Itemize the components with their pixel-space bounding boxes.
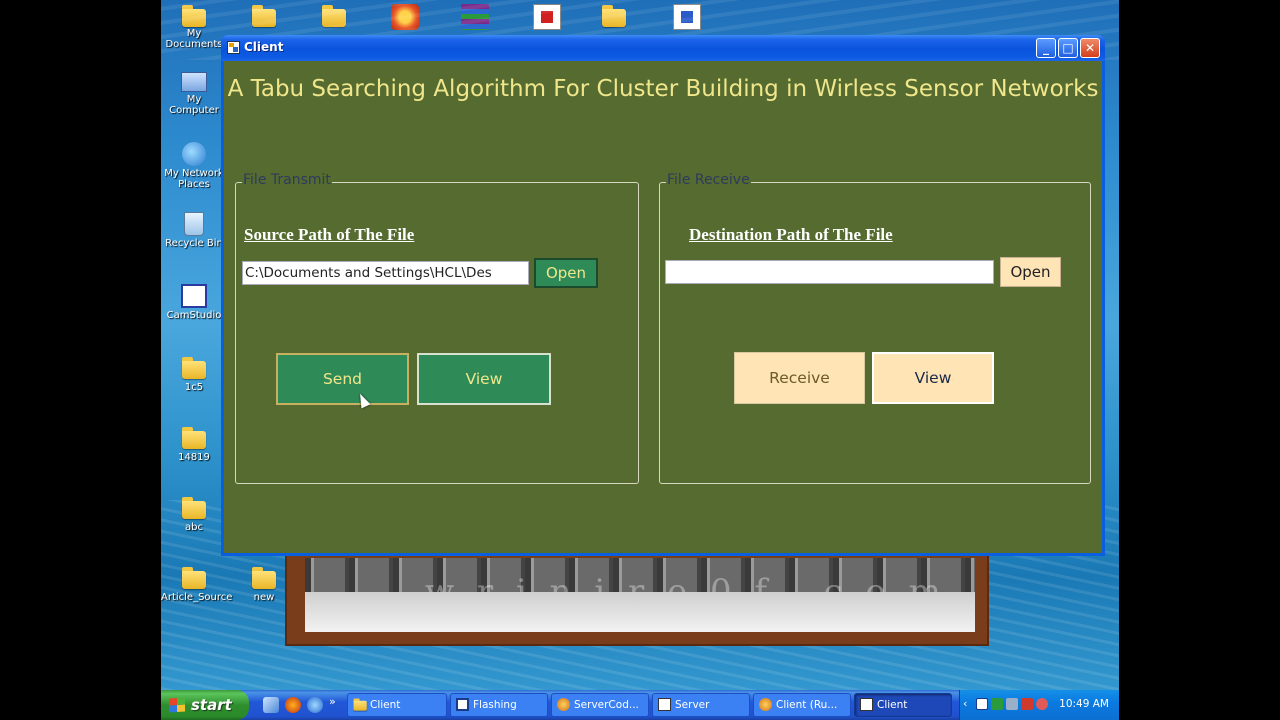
task-label: Client xyxy=(877,699,908,711)
task-label: Client xyxy=(370,699,401,711)
folder-icon xyxy=(353,698,367,711)
word-document-icon[interactable] xyxy=(673,4,701,30)
window-app-icon xyxy=(227,41,240,54)
security-tray-icon[interactable] xyxy=(1021,698,1033,710)
desktop-icon-label: Recycle Bin xyxy=(165,238,223,249)
task-label: Flashing xyxy=(473,699,517,711)
desktop-icon-label: abc xyxy=(185,522,203,533)
shortcut-app-icon[interactable] xyxy=(391,4,419,30)
desktop-icon-label: CamStudio xyxy=(166,310,222,321)
destination-path-input[interactable] xyxy=(665,260,994,284)
window-titlebar[interactable]: Client _ □ ✕ xyxy=(221,35,1105,61)
folder-icon[interactable] xyxy=(321,4,349,30)
task-button-servercode[interactable]: ServerCod... xyxy=(551,693,649,717)
my-computer-icon xyxy=(181,72,207,92)
internet-explorer-icon[interactable] xyxy=(307,697,323,713)
desktop-icon-label: 14819 xyxy=(178,452,210,463)
source-path-label: Source Path of The File xyxy=(244,225,415,244)
file-receive-group: File Receive Destination Path of The Fil… xyxy=(659,172,1091,484)
task-button-client[interactable]: Client xyxy=(347,693,447,717)
desktop-icon-label: My Network Places xyxy=(164,168,224,190)
form-client-area: A Tabu Searching Algorithm For Cluster B… xyxy=(224,61,1102,553)
file-transmit-legend: File Transmit xyxy=(242,172,332,188)
pdf-document-icon[interactable] xyxy=(533,4,561,30)
receive-button[interactable]: Receive xyxy=(734,352,865,404)
file-transmit-group: File Transmit Source Path of The File C:… xyxy=(235,172,639,484)
antivirus-tray-icon[interactable] xyxy=(1036,698,1048,710)
desktop-icon-recycle-bin[interactable]: Recycle Bin xyxy=(161,212,227,249)
app-window-icon xyxy=(658,698,671,711)
folder-icon[interactable] xyxy=(601,4,629,30)
tray-expand-icon[interactable]: ‹ xyxy=(963,697,967,710)
background-image-window: w r i n i r e 0 f . c o m xyxy=(285,550,989,646)
destination-path-label: Destination Path of The File xyxy=(689,225,893,244)
app-window-icon xyxy=(860,698,873,711)
desktop-icon-label: Article_Source xyxy=(161,592,233,603)
desktop-icon-label: new xyxy=(253,592,275,603)
window-title: Client xyxy=(244,40,284,54)
visual-studio-icon xyxy=(759,698,772,711)
desktop-icon-network-places[interactable]: My Network Places xyxy=(161,142,227,190)
network-places-icon xyxy=(182,142,206,166)
desktop-icon-abc[interactable]: abc xyxy=(161,496,227,533)
page-title: A Tabu Searching Algorithm For Cluster B… xyxy=(227,76,1099,102)
windows-logo-icon xyxy=(169,697,185,713)
folder-icon[interactable] xyxy=(181,4,209,30)
desktop-icon-my-documents[interactable]: My Documents xyxy=(161,28,227,50)
task-button-server[interactable]: Server xyxy=(652,693,750,717)
client-window: Client _ □ ✕ A Tabu Searching Algorithm … xyxy=(221,35,1105,556)
send-button[interactable]: Send xyxy=(276,353,409,405)
task-label: Server xyxy=(675,699,710,711)
minimize-button[interactable]: _ xyxy=(1036,38,1056,58)
start-label: start xyxy=(191,696,232,714)
volume-tray-icon[interactable] xyxy=(1006,698,1018,710)
tray-app-icon[interactable] xyxy=(976,698,988,710)
desktop-icon-label: My Documents xyxy=(165,28,223,50)
taskbar-clock: 10:49 AM xyxy=(1059,698,1109,710)
folder-icon[interactable] xyxy=(251,4,279,30)
desktop-icon-label: 1c5 xyxy=(184,382,204,393)
task-label: ServerCod... xyxy=(574,699,639,711)
close-button[interactable]: ✕ xyxy=(1080,38,1100,58)
folder-icon xyxy=(181,426,207,450)
folder-icon xyxy=(181,496,207,520)
folder-icon xyxy=(181,566,207,590)
winrar-icon[interactable] xyxy=(461,4,489,30)
visual-studio-icon xyxy=(557,698,570,711)
folder-icon xyxy=(181,356,207,380)
desktop-icon-article-source[interactable]: Article_Source xyxy=(161,566,232,603)
show-desktop-icon[interactable] xyxy=(263,697,279,713)
folder-icon xyxy=(251,566,277,590)
desktop-icon-camstudio[interactable]: CamStudio xyxy=(161,284,227,321)
task-label: Client (Ru... xyxy=(776,699,838,711)
file-receive-legend: File Receive xyxy=(666,172,751,188)
taskbar: start » Client Flashing ServerCod... Ser… xyxy=(161,690,1119,720)
quick-launch-chevron-icon[interactable]: » xyxy=(329,695,336,708)
system-tray: ‹ 10:49 AM xyxy=(959,690,1119,720)
source-path-input[interactable]: C:\Documents and Settings\HCL\Des xyxy=(242,261,529,285)
media-player-icon[interactable] xyxy=(285,697,301,713)
server-rack-image: w r i n i r e 0 f . c o m xyxy=(305,558,975,632)
task-button-client-active[interactable]: Client xyxy=(854,693,952,717)
app-window-icon xyxy=(456,698,469,711)
task-button-flashing[interactable]: Flashing xyxy=(450,693,548,717)
receive-view-button[interactable]: View xyxy=(872,352,994,404)
start-button[interactable]: start xyxy=(161,690,249,720)
task-button-client-running[interactable]: Client (Ru... xyxy=(753,693,851,717)
recycle-bin-icon xyxy=(184,212,204,236)
network-tray-icon[interactable] xyxy=(991,698,1003,710)
maximize-button[interactable]: □ xyxy=(1058,38,1078,58)
desktop-icon-label: My Computer xyxy=(169,94,219,116)
desktop-icon-14819[interactable]: 14819 xyxy=(161,426,227,463)
destination-open-button[interactable]: Open xyxy=(1000,257,1061,287)
source-open-button[interactable]: Open xyxy=(534,258,598,288)
camstudio-icon xyxy=(181,284,207,308)
transmit-view-button[interactable]: View xyxy=(417,353,551,405)
desktop-icon-my-computer[interactable]: My Computer xyxy=(161,72,227,116)
desktop-icon-1c5[interactable]: 1c5 xyxy=(161,356,227,393)
image-watermark: w r i n i r e 0 f . c o m xyxy=(425,572,947,612)
